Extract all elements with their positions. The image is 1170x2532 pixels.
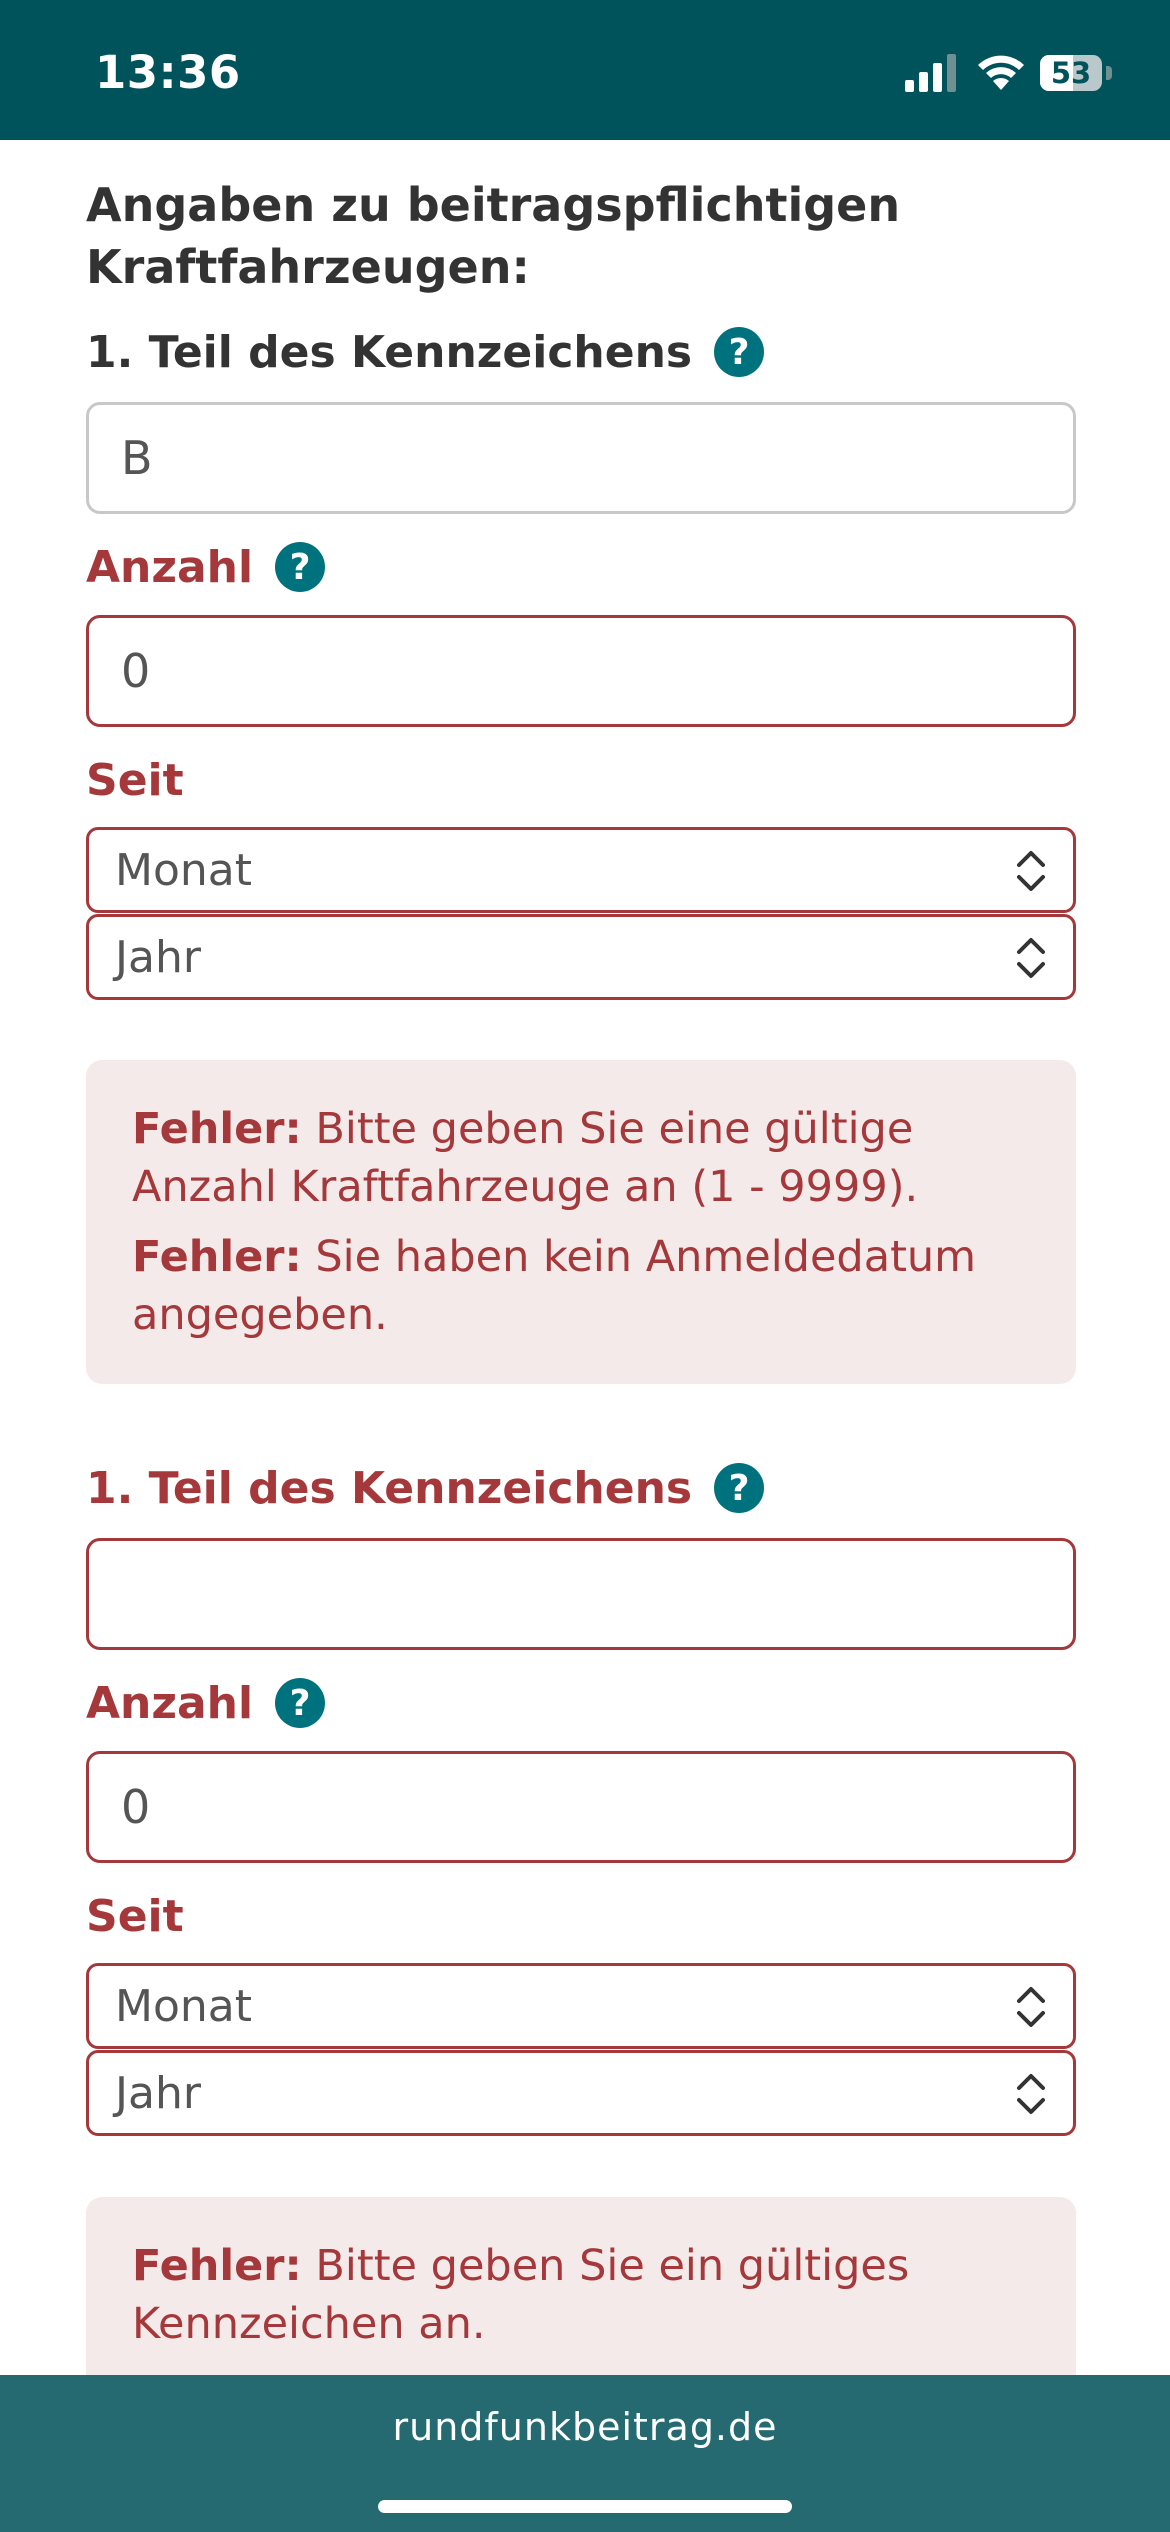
chevron-updown-icon bbox=[1017, 1987, 1045, 2027]
signal-icon bbox=[905, 54, 956, 92]
battery-cap bbox=[1106, 66, 1112, 80]
anzahl-input-value: 0 bbox=[121, 644, 151, 698]
error-message: Fehler: Bitte geben Sie ein gültiges Ken… bbox=[132, 2237, 1030, 2353]
kennzeichen-label: 1. Teil des Kennzeichens ? bbox=[86, 322, 765, 382]
status-bar: 13:36 53 bbox=[0, 0, 1170, 140]
error-prefix: Fehler: bbox=[132, 1232, 302, 1282]
chevron-updown-icon bbox=[1017, 938, 1045, 978]
home-indicator[interactable] bbox=[378, 2500, 792, 2513]
seit-label: Seit bbox=[86, 750, 184, 810]
monat-select-value: Monat bbox=[115, 1980, 252, 2032]
anzahl-input-value: 0 bbox=[121, 1780, 151, 1834]
error-prefix: Fehler: bbox=[132, 2241, 302, 2291]
seit-label-text: Seit bbox=[86, 754, 184, 806]
kennzeichen-input[interactable] bbox=[86, 1538, 1076, 1650]
anzahl-label-text: Anzahl bbox=[86, 1677, 254, 1729]
kennzeichen-label-text: 1. Teil des Kennzeichens bbox=[86, 326, 693, 378]
help-icon[interactable]: ? bbox=[275, 1678, 326, 1728]
help-icon[interactable]: ? bbox=[714, 327, 765, 377]
chevron-updown-icon bbox=[1017, 2074, 1045, 2114]
jahr-select[interactable]: Jahr bbox=[86, 914, 1076, 1000]
jahr-select-value: Jahr bbox=[115, 931, 201, 983]
kennzeichen-input[interactable]: B bbox=[86, 402, 1076, 514]
error-message: Fehler: Sie haben kein Anmeldedatum ange… bbox=[132, 1228, 1030, 1344]
url-label[interactable]: rundfunkbeitrag.de bbox=[0, 2405, 1170, 2449]
anzahl-input[interactable]: 0 bbox=[86, 615, 1076, 727]
kennzeichen-label: 1. Teil des Kennzeichens ? bbox=[86, 1458, 765, 1518]
kennzeichen-input-value: B bbox=[121, 431, 153, 485]
anzahl-label: Anzahl ? bbox=[86, 1673, 326, 1733]
section-title: Angaben zu beitragspflichtigen Kraftfahr… bbox=[86, 178, 901, 294]
battery-icon: 53 bbox=[1040, 55, 1102, 91]
chevron-updown-icon bbox=[1017, 851, 1045, 891]
monat-select-value: Monat bbox=[115, 844, 252, 896]
seit-label-text: Seit bbox=[86, 1890, 184, 1942]
seit-label: Seit bbox=[86, 1886, 184, 1946]
monat-select[interactable]: Monat bbox=[86, 1963, 1076, 2049]
status-time: 13:36 bbox=[95, 46, 241, 99]
wifi-icon bbox=[978, 55, 1024, 90]
anzahl-label: Anzahl ? bbox=[86, 537, 326, 597]
jahr-select-value: Jahr bbox=[115, 2067, 201, 2119]
battery-level: 53 bbox=[1050, 56, 1092, 90]
error-prefix: Fehler: bbox=[132, 1104, 302, 1154]
help-icon[interactable]: ? bbox=[714, 1463, 765, 1513]
kennzeichen-label-text: 1. Teil des Kennzeichens bbox=[86, 1462, 693, 1514]
error-message: Fehler: Bitte geben Sie eine gültige Anz… bbox=[132, 1100, 1030, 1216]
browser-bottom-bar: rundfunkbeitrag.de bbox=[0, 2375, 1170, 2532]
error-box: Fehler: Bitte geben Sie eine gültige Anz… bbox=[86, 1060, 1076, 1384]
help-icon[interactable]: ? bbox=[275, 542, 326, 592]
anzahl-input[interactable]: 0 bbox=[86, 1751, 1076, 1863]
jahr-select[interactable]: Jahr bbox=[86, 2050, 1076, 2136]
monat-select[interactable]: Monat bbox=[86, 827, 1076, 913]
anzahl-label-text: Anzahl bbox=[86, 541, 254, 593]
